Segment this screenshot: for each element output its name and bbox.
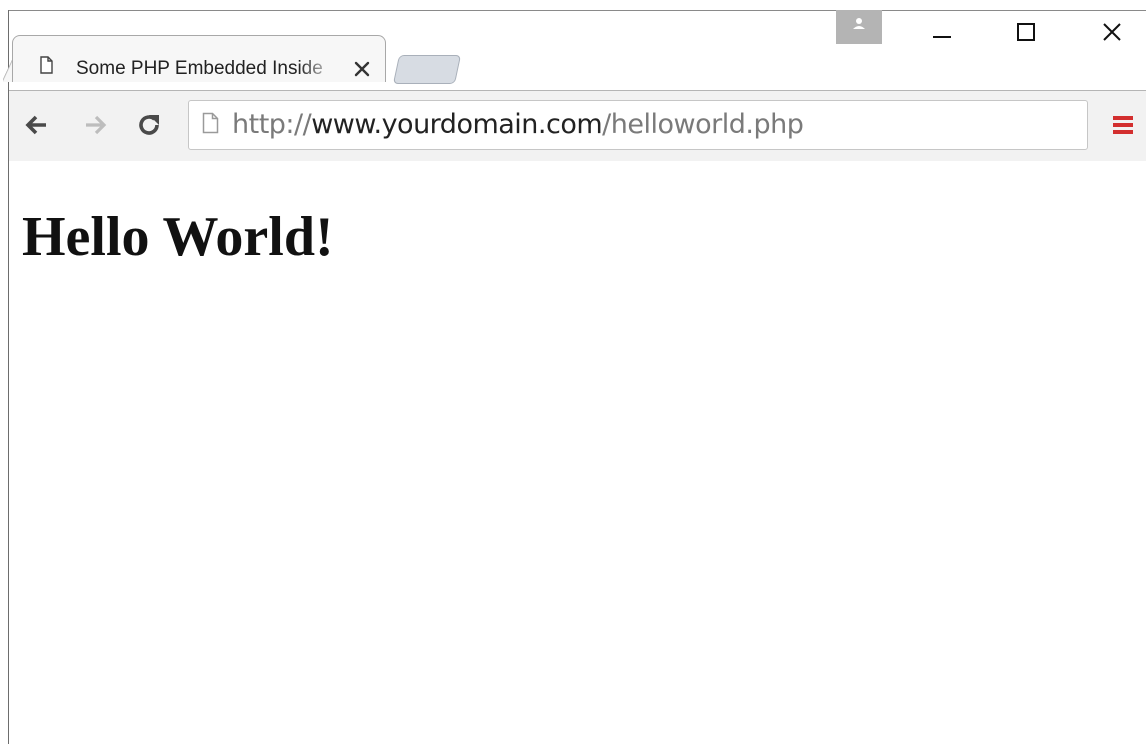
profile-button[interactable] <box>836 10 882 44</box>
reload-icon[interactable] <box>134 110 164 140</box>
browser-window: Some PHP Embedded Inside http://www.your… <box>0 0 1146 744</box>
hamburger-menu-icon[interactable] <box>1110 110 1136 140</box>
minimize-icon[interactable] <box>922 16 962 46</box>
tab-title: Some PHP Embedded Inside <box>76 58 323 79</box>
forward-arrow-icon[interactable] <box>80 110 110 140</box>
window-close-icon[interactable] <box>1092 16 1132 46</box>
page-icon <box>40 56 53 74</box>
url-path: /helloworld.php <box>602 109 804 140</box>
url-host: www.yourdomain.com <box>311 109 603 140</box>
new-tab-button[interactable] <box>392 55 462 84</box>
url-text[interactable]: http://www.yourdomain.com/helloworld.php <box>232 109 804 140</box>
maximize-icon[interactable] <box>1006 16 1046 46</box>
person-icon <box>853 18 865 29</box>
close-icon[interactable] <box>353 60 371 78</box>
page-heading: Hello World! <box>22 206 334 268</box>
page-icon <box>202 112 219 134</box>
url-scheme: http:// <box>232 109 312 140</box>
back-arrow-icon[interactable] <box>22 110 52 140</box>
